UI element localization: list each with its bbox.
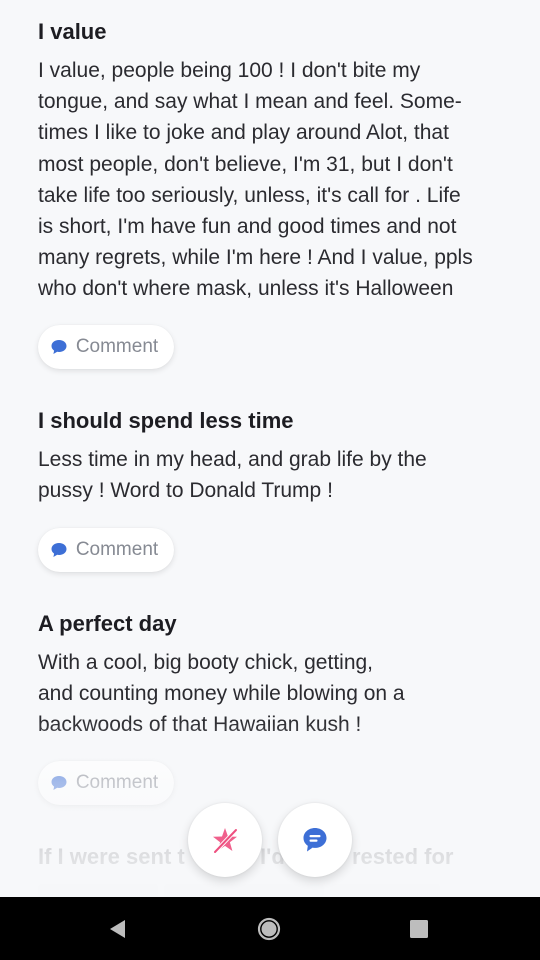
comment-bubble-icon [51,776,67,790]
comment-bubble-icon [51,340,67,354]
prompt-section-sent-to: If I were sent t I'd rested for [38,842,508,897]
prompt-title: I value [38,19,107,44]
crossed-star-icon [213,828,238,854]
message-button[interactable] [278,803,352,877]
profile-content: I value I value, people being 100 ! I do… [0,0,540,897]
comment-label: Comment [75,772,159,793]
prompt-section-less-time: I should spend less time Less time in my… [38,406,508,506]
prompt-title: If I were sent t I'd rested for [38,842,508,872]
system-navigation-bar [0,897,540,960]
prompt-title: I should spend less time [38,408,294,433]
recents-square-icon [410,919,428,938]
comment-button[interactable]: Comment [38,761,174,805]
prompt-title: A perfect day [38,611,177,636]
home-circle-icon [257,917,281,940]
skip-button[interactable] [188,803,262,877]
comment-button[interactable]: Comment [38,325,174,369]
prompt-title-start: If I were sent t [38,844,185,869]
home-button[interactable] [229,897,309,960]
comment-label: Comment [75,336,159,357]
back-button[interactable] [78,897,158,960]
prompt-section-values: I value I value, people being 100 ! I do… [38,17,508,305]
prompt-answer: With a cool, big booty chick, getting, a… [38,651,405,737]
comment-label: Comment [75,539,159,560]
prompt-section-perfect-day: A perfect day With a cool, big booty chi… [38,609,508,741]
back-triangle-icon [110,919,125,938]
prompt-answer-obscured [38,884,508,897]
prompt-answer: Less time in my head, and grab life by t… [38,448,427,503]
recents-button[interactable] [379,897,459,960]
comment-button[interactable]: Comment [38,528,174,572]
comment-bubble-icon [51,543,67,557]
prompt-title-end: rested for [352,844,454,869]
prompt-answer: I value, people being 100 ! I don't bite… [38,59,473,301]
chat-bubble-icon [303,828,327,852]
